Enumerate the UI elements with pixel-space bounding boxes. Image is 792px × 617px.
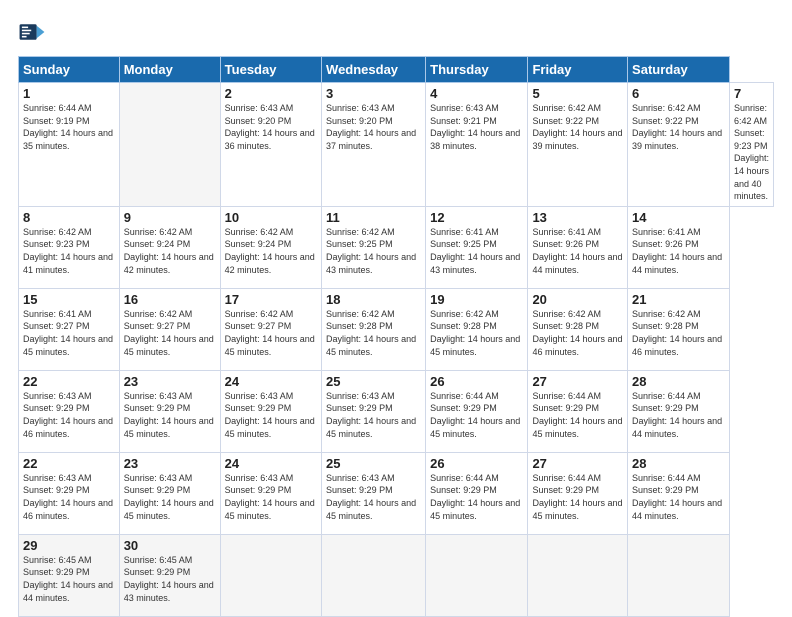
- calendar-day-26: 26Sunrise: 6:44 AMSunset: 9:29 PMDayligh…: [426, 370, 528, 452]
- calendar-table: SundayMondayTuesdayWednesdayThursdayFrid…: [18, 56, 774, 617]
- calendar-day-23: 23Sunrise: 6:43 AMSunset: 9:29 PMDayligh…: [119, 452, 220, 534]
- calendar-day-11: 11Sunrise: 6:42 AMSunset: 9:25 PMDayligh…: [322, 206, 426, 288]
- calendar-day-18: 18Sunrise: 6:42 AMSunset: 9:28 PMDayligh…: [322, 288, 426, 370]
- calendar-day-empty-5: [528, 534, 628, 616]
- calendar-day-28: 28Sunrise: 6:44 AMSunset: 9:29 PMDayligh…: [628, 370, 730, 452]
- calendar-day-5: 5Sunrise: 6:42 AMSunset: 9:22 PMDaylight…: [528, 83, 628, 207]
- calendar-day-13: 13Sunrise: 6:41 AMSunset: 9:26 PMDayligh…: [528, 206, 628, 288]
- calendar-day-30: 30Sunrise: 6:45 AMSunset: 9:29 PMDayligh…: [119, 534, 220, 616]
- calendar-week-0: 1Sunrise: 6:44 AMSunset: 9:19 PMDaylight…: [19, 83, 774, 207]
- calendar-day-22: 22Sunrise: 6:43 AMSunset: 9:29 PMDayligh…: [19, 452, 120, 534]
- calendar-day-empty-0: [119, 83, 220, 207]
- calendar-day-2: 2Sunrise: 6:43 AMSunset: 9:20 PMDaylight…: [220, 83, 321, 207]
- day-header-saturday: Saturday: [628, 57, 730, 83]
- day-header-wednesday: Wednesday: [322, 57, 426, 83]
- calendar-day-24: 24Sunrise: 6:43 AMSunset: 9:29 PMDayligh…: [220, 370, 321, 452]
- calendar-day-27: 27Sunrise: 6:44 AMSunset: 9:29 PMDayligh…: [528, 370, 628, 452]
- calendar-day-25: 25Sunrise: 6:43 AMSunset: 9:29 PMDayligh…: [322, 370, 426, 452]
- calendar-day-16: 16Sunrise: 6:42 AMSunset: 9:27 PMDayligh…: [119, 288, 220, 370]
- day-header-sunday: Sunday: [19, 57, 120, 83]
- calendar-day-15: 15Sunrise: 6:41 AMSunset: 9:27 PMDayligh…: [19, 288, 120, 370]
- calendar-day-17: 17Sunrise: 6:42 AMSunset: 9:27 PMDayligh…: [220, 288, 321, 370]
- calendar-day-empty-4: [426, 534, 528, 616]
- calendar-week-4: 22Sunrise: 6:43 AMSunset: 9:29 PMDayligh…: [19, 452, 774, 534]
- calendar-day-empty-2: [220, 534, 321, 616]
- calendar-day-22: 22Sunrise: 6:43 AMSunset: 9:29 PMDayligh…: [19, 370, 120, 452]
- calendar-day-19: 19Sunrise: 6:42 AMSunset: 9:28 PMDayligh…: [426, 288, 528, 370]
- calendar-day-10: 10Sunrise: 6:42 AMSunset: 9:24 PMDayligh…: [220, 206, 321, 288]
- calendar-week-3: 22Sunrise: 6:43 AMSunset: 9:29 PMDayligh…: [19, 370, 774, 452]
- day-header-friday: Friday: [528, 57, 628, 83]
- calendar-day-21: 21Sunrise: 6:42 AMSunset: 9:28 PMDayligh…: [628, 288, 730, 370]
- calendar-day-9: 9Sunrise: 6:42 AMSunset: 9:24 PMDaylight…: [119, 206, 220, 288]
- logo-icon: [18, 18, 46, 46]
- calendar-day-3: 3Sunrise: 6:43 AMSunset: 9:20 PMDaylight…: [322, 83, 426, 207]
- calendar-week-5: 29Sunrise: 6:45 AMSunset: 9:29 PMDayligh…: [19, 534, 774, 616]
- calendar-week-2: 15Sunrise: 6:41 AMSunset: 9:27 PMDayligh…: [19, 288, 774, 370]
- calendar-day-20: 20Sunrise: 6:42 AMSunset: 9:28 PMDayligh…: [528, 288, 628, 370]
- day-header-thursday: Thursday: [426, 57, 528, 83]
- logo: [18, 18, 50, 46]
- header: [18, 18, 774, 46]
- calendar-day-27: 27Sunrise: 6:44 AMSunset: 9:29 PMDayligh…: [528, 452, 628, 534]
- calendar-day-14: 14Sunrise: 6:41 AMSunset: 9:26 PMDayligh…: [628, 206, 730, 288]
- calendar-day-empty-3: [322, 534, 426, 616]
- calendar-day-1: 1Sunrise: 6:44 AMSunset: 9:19 PMDaylight…: [19, 83, 120, 207]
- calendar-day-4: 4Sunrise: 6:43 AMSunset: 9:21 PMDaylight…: [426, 83, 528, 207]
- calendar-day-8: 8Sunrise: 6:42 AMSunset: 9:23 PMDaylight…: [19, 206, 120, 288]
- calendar-day-28: 28Sunrise: 6:44 AMSunset: 9:29 PMDayligh…: [628, 452, 730, 534]
- calendar-day-12: 12Sunrise: 6:41 AMSunset: 9:25 PMDayligh…: [426, 206, 528, 288]
- calendar-day-6: 6Sunrise: 6:42 AMSunset: 9:22 PMDaylight…: [628, 83, 730, 207]
- calendar-week-1: 8Sunrise: 6:42 AMSunset: 9:23 PMDaylight…: [19, 206, 774, 288]
- calendar-day-25: 25Sunrise: 6:43 AMSunset: 9:29 PMDayligh…: [322, 452, 426, 534]
- day-header-monday: Monday: [119, 57, 220, 83]
- calendar-day-23: 23Sunrise: 6:43 AMSunset: 9:29 PMDayligh…: [119, 370, 220, 452]
- calendar-day-29: 29Sunrise: 6:45 AMSunset: 9:29 PMDayligh…: [19, 534, 120, 616]
- calendar-day-26: 26Sunrise: 6:44 AMSunset: 9:29 PMDayligh…: [426, 452, 528, 534]
- calendar-day-empty-6: [628, 534, 730, 616]
- day-header-tuesday: Tuesday: [220, 57, 321, 83]
- calendar-day-7: 7Sunrise: 6:42 AMSunset: 9:23 PMDaylight…: [729, 83, 773, 207]
- calendar-day-24: 24Sunrise: 6:43 AMSunset: 9:29 PMDayligh…: [220, 452, 321, 534]
